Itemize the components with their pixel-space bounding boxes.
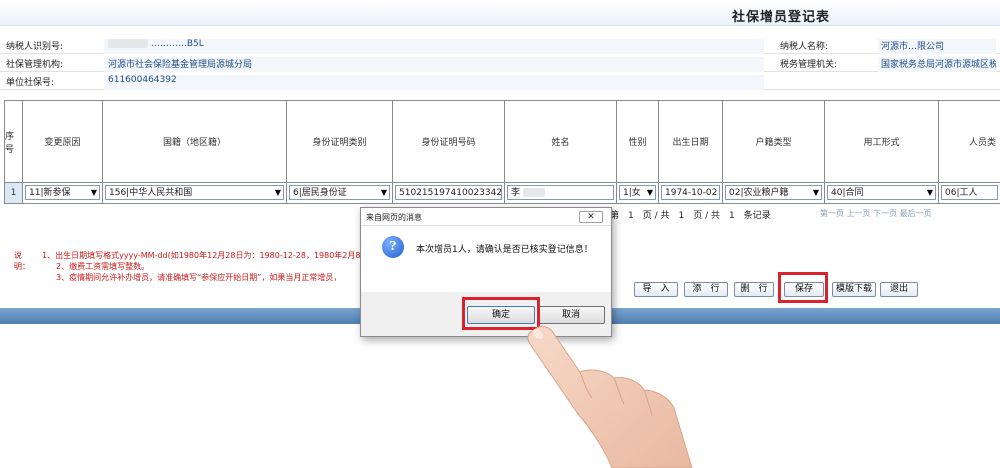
dropdown-arrow-icon: ▼: [926, 188, 933, 197]
pager-nav[interactable]: 第一页 上一页 下一页 最后一页: [820, 208, 932, 219]
question-icon: ?: [382, 236, 404, 258]
tax-authority-value: 国家税务总局河源市源城区税: [878, 57, 996, 72]
dropdown-arrow-icon: ▼: [380, 188, 387, 197]
dialog-body: [361, 226, 611, 292]
reason-cell: 11|新参保 ▼: [23, 183, 103, 203]
dropdown-arrow-icon: ▼: [812, 188, 819, 197]
name-cell: 李: [505, 183, 617, 203]
taxpayer-info: 纳税人识别号: …………B5L 纳税人名称: 河源市…限公司 社保管理机构: 河…: [0, 36, 1000, 92]
employment-select[interactable]: 40|合同 ▼: [827, 185, 936, 200]
row-seq: 1: [5, 183, 23, 203]
id-number-cell: 510215197410023342: [393, 183, 505, 203]
taxpayer-id-label: 纳税人识别号:: [6, 42, 64, 52]
member-table: 序号 变更原因 国籍（地区籍） 身份证明类别 身份证明号码 姓名 性别 出生日期…: [4, 100, 1000, 204]
birth-cell: 1974-10-02: [659, 183, 723, 203]
social-agency-value: 河源市社会保险基金管理局源城分局: [104, 57, 764, 72]
note-line-3: 3、疫情期间允许补办增员，请准确填写“参保应开始日期”，如果当月正常增员，: [56, 273, 342, 282]
info-row-taxpayer: 纳税人识别号: …………B5L 纳税人名称: 河源市…限公司: [0, 36, 1000, 54]
info-row-unit: 单位社保号: 611600464392: [0, 72, 1000, 90]
person-type-select[interactable]: 06|工人: [941, 185, 998, 200]
dropdown-arrow-icon: ▼: [274, 188, 281, 197]
redacted-blur: [522, 188, 545, 197]
pointing-hand-icon: [527, 326, 693, 468]
header-name: 姓名: [505, 101, 617, 183]
header-gender: 性别: [617, 101, 659, 183]
taxpayer-name-value: 河源市…限公司: [878, 39, 996, 54]
birth-date-input[interactable]: 1974-10-02: [661, 185, 720, 200]
gender-cell: 1|女 ▼: [617, 183, 659, 203]
header-hukou: 户籍类型: [723, 101, 825, 183]
person-type-cell: 06|工人: [939, 183, 1000, 203]
id-type-select[interactable]: 6|居民身份证 ▼: [289, 185, 390, 200]
id-number-input[interactable]: 510215197410023342: [395, 185, 502, 200]
dialog-title: 来自网页的消息: [366, 213, 422, 222]
unit-no-value: 611600464392: [104, 75, 764, 90]
id-type-cell: 6|居民身份证 ▼: [287, 183, 393, 203]
reason-select[interactable]: 11|新参保 ▼: [25, 185, 100, 200]
dialog-message: 本次增员1人，请确认是否已核实登记信息！: [416, 245, 593, 255]
hukou-select[interactable]: 02|农业粮户籍 ▼: [725, 185, 822, 200]
hukou-cell: 02|农业粮户籍 ▼: [723, 183, 825, 203]
page-title: 社保增员登记表: [732, 10, 831, 25]
taxpayer-id-value: …………B5L: [104, 39, 764, 54]
header-reason: 变更原因: [23, 101, 103, 183]
note-line-2: 2、缴费工资需填写整数。: [56, 262, 150, 271]
header-employment: 用工形式: [825, 101, 939, 183]
header-seq: 序号: [5, 101, 23, 183]
notes-label: 说明：: [14, 251, 30, 271]
redacted-blur: [108, 39, 148, 48]
pager-info: 第 1 页 / 共 1 页 / 共 1 条记录: [610, 211, 771, 221]
save-highlight-box: [778, 272, 828, 303]
template-download-button[interactable]: 模版下载: [832, 282, 876, 297]
exit-button[interactable]: 退出: [880, 282, 918, 297]
header-id-number: 身份证明号码: [393, 101, 505, 183]
social-agency-label: 社保管理机构:: [6, 60, 64, 70]
dropdown-arrow-icon: ▼: [646, 188, 653, 197]
delete-row-button[interactable]: 删 行: [734, 282, 774, 297]
dropdown-arrow-icon: ▼: [90, 188, 97, 197]
title-band: 社保增员登记表: [0, 0, 1000, 26]
header-person-type: 人员类: [939, 101, 1000, 183]
info-row-agency: 社保管理机构: 河源市社会保险基金管理局源城分局 税务管理机关: 国家税务总局河…: [0, 54, 1000, 72]
add-row-button[interactable]: 添 行: [684, 282, 728, 297]
unit-no-label: 单位社保号:: [6, 78, 55, 88]
header-id-type: 身份证明类别: [287, 101, 393, 183]
note-line-1: 1、出生日期填写格式yyyy-MM-dd(如1980年12月28日为：1980-…: [42, 251, 369, 260]
import-button[interactable]: 导 入: [634, 282, 678, 297]
nationality-select[interactable]: 156|中华人民共和国 ▼: [105, 185, 284, 200]
nationality-cell: 156|中华人民共和国 ▼: [103, 183, 287, 203]
header-nationality: 国籍（地区籍）: [103, 101, 287, 183]
name-input[interactable]: 李: [507, 185, 614, 200]
dialog-titlebar: 来自网页的消息 ✕: [361, 208, 611, 226]
tax-authority-label: 税务管理机关:: [780, 60, 838, 70]
employment-cell: 40|合同 ▼: [825, 183, 939, 203]
header-birth: 出生日期: [659, 101, 723, 183]
gender-select[interactable]: 1|女 ▼: [619, 185, 656, 200]
taxpayer-name-label: 纳税人名称:: [780, 42, 829, 52]
close-icon[interactable]: ✕: [579, 211, 603, 223]
